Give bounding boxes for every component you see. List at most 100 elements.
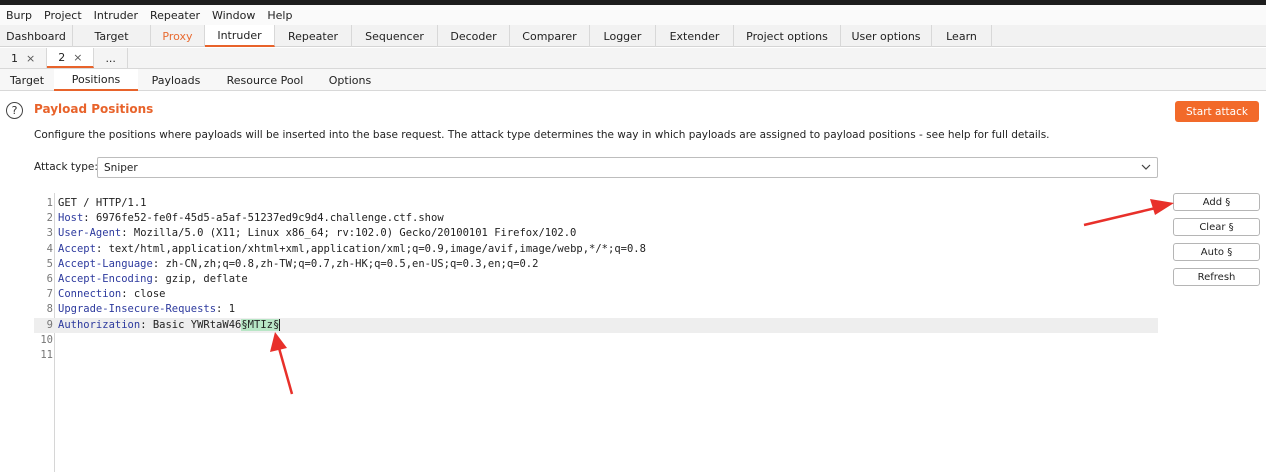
start-attack-button[interactable]: Start attack <box>1175 101 1259 122</box>
tab-repeater[interactable]: Repeater <box>275 25 352 47</box>
attack-tab-bar: 1 × 2 × ... <box>0 48 1266 69</box>
payload-position-marker[interactable]: §MTIz§ <box>241 318 280 331</box>
line-number: 7 <box>46 288 53 301</box>
inner-tab-payloads[interactable]: Payloads <box>138 69 214 91</box>
line-number: 5 <box>46 257 53 270</box>
attack-type-select[interactable]: Sniper <box>97 157 1158 178</box>
request-line-text: GET / HTTP/1.1 <box>58 196 147 211</box>
menu-repeater[interactable]: Repeater <box>144 9 206 22</box>
tab-user-options[interactable]: User options <box>841 25 932 47</box>
panel-description: Configure the positions where payloads w… <box>34 129 1050 141</box>
header-separator: : <box>216 303 229 316</box>
text-cursor <box>279 318 281 331</box>
main-tab-bar: Dashboard Target Proxy Intruder Repeater… <box>0 25 1266 47</box>
tab-dashboard[interactable]: Dashboard <box>0 25 73 47</box>
menu-burp[interactable]: Burp <box>0 9 38 22</box>
request-lines: 1 GET / HTTP/1.1 2 Host: 6976fe52-fe0f-45d5… <box>34 196 1158 363</box>
header-value: 6976fe52-fe0f-45d5-a5af-51237ed9c9d4.cha… <box>95 212 444 225</box>
header-value: gzip, deflate <box>165 272 248 285</box>
header-name: Host <box>58 212 84 225</box>
attack-tab-2[interactable]: 2 × <box>47 48 95 68</box>
attack-tab-label: 1 <box>11 51 18 65</box>
attack-type-value: Sniper <box>104 161 138 174</box>
add-marker-button[interactable]: Add § <box>1173 193 1260 211</box>
header-value: text/html,application/xhtml+xml,applicat… <box>108 242 646 255</box>
header-name: Accept-Encoding <box>58 272 153 285</box>
request-line-text: Accept-Language: zh-CN,zh;q=0.8,zh-TW;q=… <box>58 257 538 272</box>
refresh-button[interactable]: Refresh <box>1173 268 1260 286</box>
request-line: 11 <box>34 348 1158 363</box>
request-line: 10 <box>34 333 1158 348</box>
intruder-inner-tabs: Target Positions Payloads Resource Pool … <box>0 69 1266 91</box>
tab-intruder[interactable]: Intruder <box>205 25 275 47</box>
header-separator: : <box>121 227 134 240</box>
request-line: 6 Accept-Encoding: gzip, deflate <box>34 272 1158 287</box>
help-icon[interactable]: ? <box>6 102 23 119</box>
new-attack-tab[interactable]: ... <box>94 48 128 68</box>
attack-tab-label: 2 <box>58 50 66 64</box>
header-name: Upgrade-Insecure-Requests <box>58 303 217 316</box>
line-number: 9 <box>46 318 53 331</box>
header-separator: : <box>121 288 134 301</box>
tab-proxy[interactable]: Proxy <box>151 25 205 47</box>
menu-window[interactable]: Window <box>206 9 261 22</box>
request-line: 7 Connection: close <box>34 287 1158 302</box>
menu-intruder[interactable]: Intruder <box>88 9 144 22</box>
attack-type-label: Attack type: <box>34 161 98 173</box>
request-line: 2 Host: 6976fe52-fe0f-45d5-a5af-51237ed9c… <box>34 211 1158 226</box>
request-editor[interactable]: 1 GET / HTTP/1.1 2 Host: 6976fe52-fe0f-45d5… <box>34 193 1158 472</box>
inner-tab-target[interactable]: Target <box>0 69 54 91</box>
line-number: 6 <box>46 272 53 285</box>
header-value: zh-CN,zh;q=0.8,zh-TW;q=0.7,zh-HK;q=0.5,e… <box>165 257 539 270</box>
request-line: 3 User-Agent: Mozilla/5.0 (X11; Linux x86… <box>34 226 1158 241</box>
inner-tab-options[interactable]: Options <box>316 69 384 91</box>
line-number: 8 <box>46 303 53 316</box>
header-separator: : <box>95 242 109 255</box>
request-line-text: Upgrade-Insecure-Requests: 1 <box>58 302 235 317</box>
inner-tab-positions[interactable]: Positions <box>54 69 138 91</box>
request-line-text: Authorization: Basic YWRtaW46§MTIz§ <box>58 318 281 333</box>
line-number: 3 <box>46 227 53 240</box>
menu-bar: Burp Project Intruder Repeater Window He… <box>0 5 1266 25</box>
request-line-text: Accept: text/html,application/xhtml+xml,… <box>58 242 646 257</box>
tab-decoder[interactable]: Decoder <box>438 25 510 47</box>
tab-sequencer[interactable]: Sequencer <box>352 25 438 47</box>
request-line-text: Connection: close <box>58 287 165 302</box>
tab-extender[interactable]: Extender <box>656 25 734 47</box>
line-number: 4 <box>46 242 53 255</box>
menu-project[interactable]: Project <box>38 9 88 22</box>
close-icon[interactable]: × <box>73 51 82 64</box>
chevron-down-icon <box>1141 160 1151 177</box>
payload-positions-panel: ? Payload Positions Configure the positi… <box>0 92 1266 472</box>
header-value: Basic YWRtaW46 <box>152 318 242 331</box>
tab-target[interactable]: Target <box>73 25 151 47</box>
tab-logger[interactable]: Logger <box>590 25 656 47</box>
request-line: 1 GET / HTTP/1.1 <box>34 196 1158 211</box>
header-separator: : <box>83 212 96 225</box>
header-value: close <box>133 288 166 301</box>
request-line-text: User-Agent: Mozilla/5.0 (X11; Linux x86_… <box>58 226 576 241</box>
request-line-text: Accept-Encoding: gzip, deflate <box>58 272 248 287</box>
request-line: 9 Authorization: Basic YWRtaW46§MTIz§ <box>34 317 1158 333</box>
header-separator: : <box>140 318 153 331</box>
tab-learn[interactable]: Learn <box>932 25 992 47</box>
header-name: Authorization <box>58 318 141 331</box>
menu-help[interactable]: Help <box>261 9 298 22</box>
header-name: User-Agent <box>58 227 122 240</box>
tab-comparer[interactable]: Comparer <box>510 25 590 47</box>
request-line: 4 Accept: text/html,application/xhtml+xml… <box>34 242 1158 257</box>
header-separator: : <box>152 272 166 285</box>
header-value: GET / HTTP/1.1 <box>58 197 147 209</box>
attack-tab-1[interactable]: 1 × <box>0 48 48 68</box>
header-name: Accept-Language <box>58 257 153 270</box>
line-number: 11 <box>40 348 53 361</box>
line-number: 2 <box>46 212 53 225</box>
header-separator: : <box>152 257 166 270</box>
header-value: Mozilla/5.0 (X11; Linux x86_64; rv:102.0… <box>133 227 577 240</box>
tab-project-options[interactable]: Project options <box>734 25 841 47</box>
inner-tab-resource-pool[interactable]: Resource Pool <box>214 69 316 91</box>
clear-markers-button[interactable]: Clear § <box>1173 218 1260 236</box>
panel-title: Payload Positions <box>34 102 154 116</box>
auto-markers-button[interactable]: Auto § <box>1173 243 1260 261</box>
close-icon[interactable]: × <box>26 52 35 65</box>
